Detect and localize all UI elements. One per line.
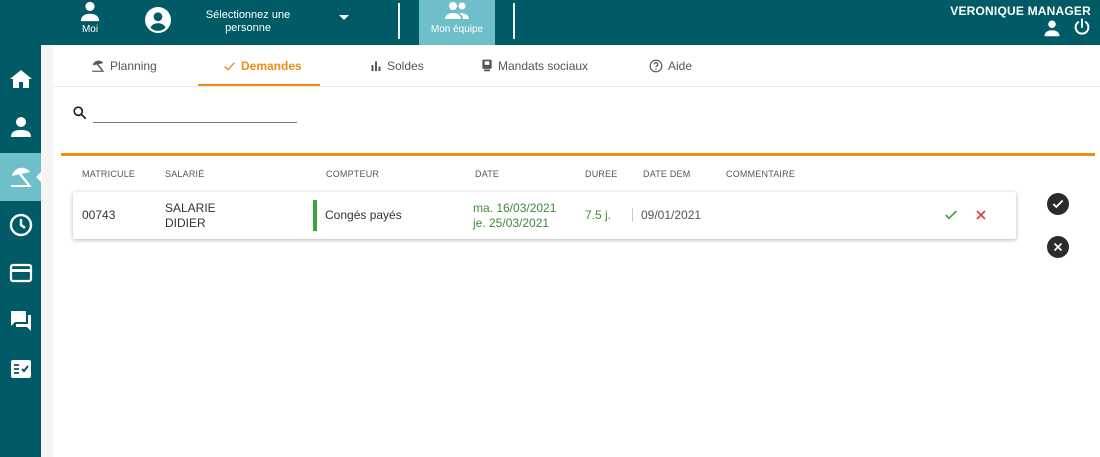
badge-icon	[482, 59, 492, 72]
moi-button[interactable]: Moi	[70, 0, 110, 45]
column-header-commentaire[interactable]: COMMENTAIRE	[726, 169, 795, 179]
active-tab-indicator	[198, 84, 320, 86]
cell-compteur: Congés payés	[325, 208, 402, 222]
main-panel: Planning Demandes Soldes Mandats sociaux…	[53, 45, 1100, 457]
tab-label: Demandes	[241, 59, 302, 73]
checklist-icon	[10, 360, 31, 378]
tab-label: Mandats sociaux	[498, 59, 589, 73]
check-icon	[224, 61, 235, 71]
home-icon	[9, 70, 32, 88]
person-select[interactable]: Sélectionnez une personne	[145, 5, 350, 37]
moi-label: Moi	[81, 24, 99, 35]
chevron-down-icon	[339, 15, 349, 20]
tab-bar: Planning Demandes Soldes Mandats sociaux…	[53, 45, 1100, 87]
table-top-border	[61, 153, 1095, 156]
cell-separator	[632, 208, 633, 222]
sidebar-item-absences[interactable]	[0, 153, 42, 201]
sidebar-item-expenses[interactable]	[0, 249, 41, 297]
tab-label: Soldes	[387, 59, 424, 73]
chat-icon	[10, 311, 31, 331]
tab-demandes[interactable]: Demandes	[223, 45, 302, 87]
help-icon	[649, 59, 663, 73]
mon-equipe-button[interactable]: Mon équipe	[419, 0, 495, 45]
close-icon	[1053, 242, 1063, 252]
sidebar-item-tasks[interactable]	[0, 345, 41, 393]
approve-all-button[interactable]	[1047, 193, 1069, 215]
tab-planning[interactable]: Planning	[91, 45, 157, 87]
reject-close-icon[interactable]	[973, 207, 989, 223]
divider	[513, 3, 515, 39]
bar-chart-icon	[371, 61, 381, 71]
account-circle-icon	[145, 7, 171, 33]
power-icon[interactable]	[1073, 18, 1091, 36]
clock-icon	[9, 213, 32, 237]
cell-date-start: ma. 16/03/2021	[473, 201, 557, 215]
search-input[interactable]	[93, 103, 297, 123]
column-header-salarie[interactable]: SALARIÉ	[165, 169, 204, 179]
tab-mandats-sociaux[interactable]: Mandats sociaux	[481, 45, 588, 87]
person-icon	[10, 117, 31, 137]
column-header-duree[interactable]: DUREE	[585, 169, 618, 179]
counter-color-bar	[313, 200, 317, 231]
person-select-label: Sélectionnez une personne	[205, 9, 291, 34]
sidebar-item-messages[interactable]	[0, 297, 41, 345]
sidebar-item-time[interactable]	[0, 201, 41, 249]
top-bar: Moi Sélectionnez une personne Mon équipe…	[0, 0, 1100, 45]
user-profile-icon[interactable]	[1043, 19, 1061, 37]
check-icon	[1052, 199, 1064, 209]
mon-equipe-label: Mon équipe	[430, 24, 484, 35]
tab-label: Planning	[110, 59, 157, 73]
sidebar	[0, 45, 42, 457]
divider	[398, 3, 400, 39]
tab-soldes[interactable]: Soldes	[370, 45, 424, 87]
cell-duree: 7.5 j.	[585, 208, 612, 222]
cell-date-end: je. 25/03/2021	[473, 216, 550, 230]
column-header-compteur[interactable]: COMPTEUR	[326, 169, 379, 179]
cell-matricule: 00743	[82, 208, 116, 222]
search-icon	[73, 106, 87, 120]
sidebar-item-profile[interactable]	[0, 103, 41, 151]
group-icon	[445, 2, 469, 19]
column-header-date[interactable]: DATE	[475, 169, 499, 179]
column-header-date-dem[interactable]: DATE DEM	[643, 169, 690, 179]
cell-date-dem: 09/01/2021	[641, 208, 702, 222]
cell-salarie-last-name: SALARIE	[165, 201, 216, 215]
reject-all-button[interactable]	[1047, 236, 1069, 258]
tab-aide[interactable]: Aide	[649, 45, 692, 87]
credit-card-icon	[9, 263, 32, 283]
cell-salarie-first-name: DIDIER	[165, 216, 206, 230]
beach-umbrella-icon	[10, 167, 31, 187]
approve-check-icon[interactable]	[943, 207, 959, 223]
column-header-matricule[interactable]: MATRICULE	[82, 169, 135, 179]
person-icon	[80, 1, 100, 22]
table-row[interactable]: 00743 SALARIE DIDIER Congés payés ma. 16…	[73, 192, 1016, 239]
user-name: VERONIQUE MANAGER	[950, 4, 1091, 18]
sidebar-item-home[interactable]	[0, 55, 41, 103]
beach-umbrella-icon	[92, 60, 104, 72]
tab-label: Aide	[668, 59, 693, 73]
